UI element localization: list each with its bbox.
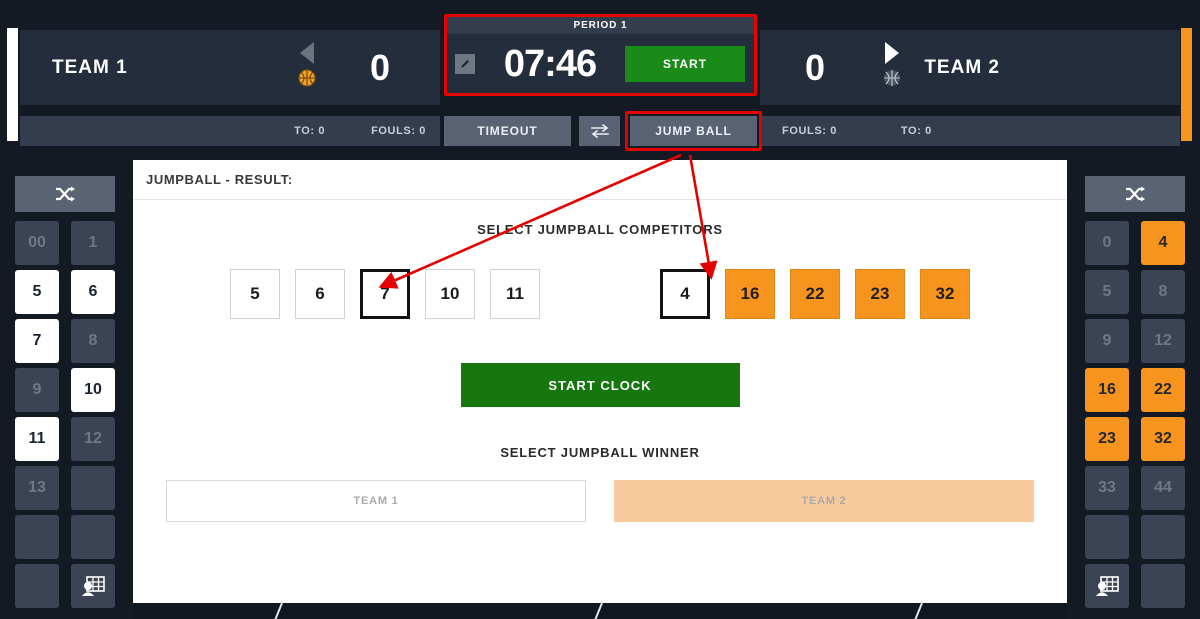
team2-possession[interactable] (875, 42, 909, 87)
arrow-right-icon[interactable] (885, 42, 899, 64)
player-number-5[interactable]: 5 (1085, 270, 1129, 314)
team1-fouls[interactable]: FOULS: 0 (371, 125, 426, 137)
player-slot-empty (15, 515, 59, 559)
team2-shuffle-button[interactable] (1085, 176, 1185, 212)
roster-button[interactable] (71, 564, 115, 608)
competitor-23[interactable]: 23 (855, 269, 905, 319)
team2-fouls[interactable]: FOULS: 0 (782, 125, 837, 137)
team1-timeouts[interactable]: TO: 0 (294, 125, 325, 137)
team2-score[interactable]: 0 (805, 49, 825, 86)
player-number-13[interactable]: 13 (15, 466, 59, 510)
player-number-0[interactable]: 0 (1085, 221, 1129, 265)
player-number-16[interactable]: 16 (1085, 368, 1129, 412)
player-number-4[interactable]: 4 (1141, 221, 1185, 265)
player-slot-empty (15, 564, 59, 608)
bottom-tab-strip[interactable] (133, 603, 1067, 619)
competitor-16[interactable]: 16 (725, 269, 775, 319)
shuffle-icon (1126, 186, 1145, 202)
player-number-12[interactable]: 12 (1141, 319, 1185, 363)
player-slot-empty (1141, 564, 1185, 608)
team1-score[interactable]: 0 (370, 49, 390, 86)
team1-accent-bar (7, 28, 18, 141)
competitors-row: 5 6 7 10 11 4 16 22 23 32 (133, 269, 1067, 319)
team2-stats-bar: FOULS: 0 TO: 0 (760, 116, 1180, 146)
swap-arrows-icon (590, 123, 609, 139)
player-number-44[interactable]: 44 (1141, 466, 1185, 510)
player-number-6[interactable]: 6 (71, 270, 115, 314)
select-competitors-label: SELECT JUMPBALL COMPETITORS (477, 222, 723, 237)
player-number-9[interactable]: 9 (1085, 319, 1129, 363)
jumpball-panel-header: JUMPBALL - RESULT: (133, 160, 1067, 200)
roster-button[interactable] (1085, 564, 1129, 608)
player-number-12[interactable]: 12 (71, 417, 115, 461)
winner-team2-button[interactable]: TEAM 2 (614, 480, 1034, 522)
competitor-4[interactable]: 4 (660, 269, 710, 319)
team1-competitors: 5 6 7 10 11 (230, 269, 540, 319)
competitor-6[interactable]: 6 (295, 269, 345, 319)
team2-player-grid: 0 4 5 8 9 12 16 22 23 32 33 44 (1085, 221, 1185, 608)
player-number-8[interactable]: 8 (71, 319, 115, 363)
start-clock-main-button[interactable]: START CLOCK (460, 363, 740, 407)
scoreboard-app: TEAM 1 0 TO: 0 FOULS: 0 0 TEAM 2 FOULS: … (0, 0, 1200, 619)
arrow-left-icon[interactable] (300, 42, 314, 64)
competitor-5[interactable]: 5 (230, 269, 280, 319)
clock-highlight-box (444, 14, 757, 96)
player-number-5[interactable]: 5 (15, 270, 59, 314)
player-number-32[interactable]: 32 (1141, 417, 1185, 461)
team2-competitors: 4 16 22 23 32 (660, 269, 970, 319)
basketball-icon (298, 69, 316, 87)
winner-row: TEAM 1 TEAM 2 (133, 480, 1067, 522)
team2-panel[interactable]: 0 TEAM 2 (760, 30, 1180, 105)
competitor-11[interactable]: 11 (490, 269, 540, 319)
player-number-33[interactable]: 33 (1085, 466, 1129, 510)
team1-roster-sidebar: 00 1 5 6 7 8 9 10 11 12 13 (0, 160, 130, 619)
team1-player-grid: 00 1 5 6 7 8 9 10 11 12 13 (15, 221, 115, 608)
player-number-11[interactable]: 11 (15, 417, 59, 461)
winner-team1-button[interactable]: TEAM 1 (166, 480, 586, 522)
action-row: TIMEOUT JUMP BALL (444, 111, 762, 151)
jumpball-result-title: JUMPBALL - RESULT: (146, 172, 293, 187)
tab-divider (912, 603, 923, 619)
player-number-8[interactable]: 8 (1141, 270, 1185, 314)
team2-roster-sidebar: 0 4 5 8 9 12 16 22 23 32 33 44 (1070, 160, 1200, 619)
select-winner-label: SELECT JUMPBALL WINNER (500, 445, 700, 460)
jump-ball-button[interactable]: JUMP BALL (630, 116, 757, 146)
tab-divider (272, 603, 283, 619)
player-slot-empty (71, 466, 115, 510)
player-number-22[interactable]: 22 (1141, 368, 1185, 412)
player-number-7[interactable]: 7 (15, 319, 59, 363)
player-number-9[interactable]: 9 (15, 368, 59, 412)
tab-divider (592, 603, 603, 619)
team1-shuffle-button[interactable] (15, 176, 115, 212)
swap-possession-button[interactable] (579, 116, 620, 146)
competitor-7[interactable]: 7 (360, 269, 410, 319)
team2-timeouts[interactable]: TO: 0 (901, 125, 932, 137)
competitor-10[interactable]: 10 (425, 269, 475, 319)
timeout-button[interactable]: TIMEOUT (444, 116, 571, 146)
player-number-10[interactable]: 10 (71, 368, 115, 412)
competitor-32[interactable]: 32 (920, 269, 970, 319)
team1-possession[interactable] (290, 42, 324, 87)
team1-stats-bar: TO: 0 FOULS: 0 (20, 116, 440, 146)
team1-panel[interactable]: TEAM 1 0 (20, 30, 440, 105)
player-number-23[interactable]: 23 (1085, 417, 1129, 461)
roster-grid-icon (1096, 576, 1119, 596)
player-slot-empty (71, 515, 115, 559)
jumpball-panel: JUMPBALL - RESULT: SELECT JUMPBALL COMPE… (133, 160, 1067, 619)
player-number-1[interactable]: 1 (71, 221, 115, 265)
player-slot-empty (1085, 515, 1129, 559)
team1-name: TEAM 1 (52, 56, 128, 78)
basketball-icon (883, 69, 901, 87)
roster-grid-icon (82, 576, 105, 596)
player-number-00[interactable]: 00 (15, 221, 59, 265)
competitor-22[interactable]: 22 (790, 269, 840, 319)
scoreboard-bar: TEAM 1 0 TO: 0 FOULS: 0 0 TEAM 2 FOULS: … (0, 0, 1200, 155)
shuffle-icon (56, 186, 75, 202)
team2-accent-bar (1181, 28, 1192, 141)
player-slot-empty (1141, 515, 1185, 559)
team2-name: TEAM 2 (924, 56, 1000, 78)
